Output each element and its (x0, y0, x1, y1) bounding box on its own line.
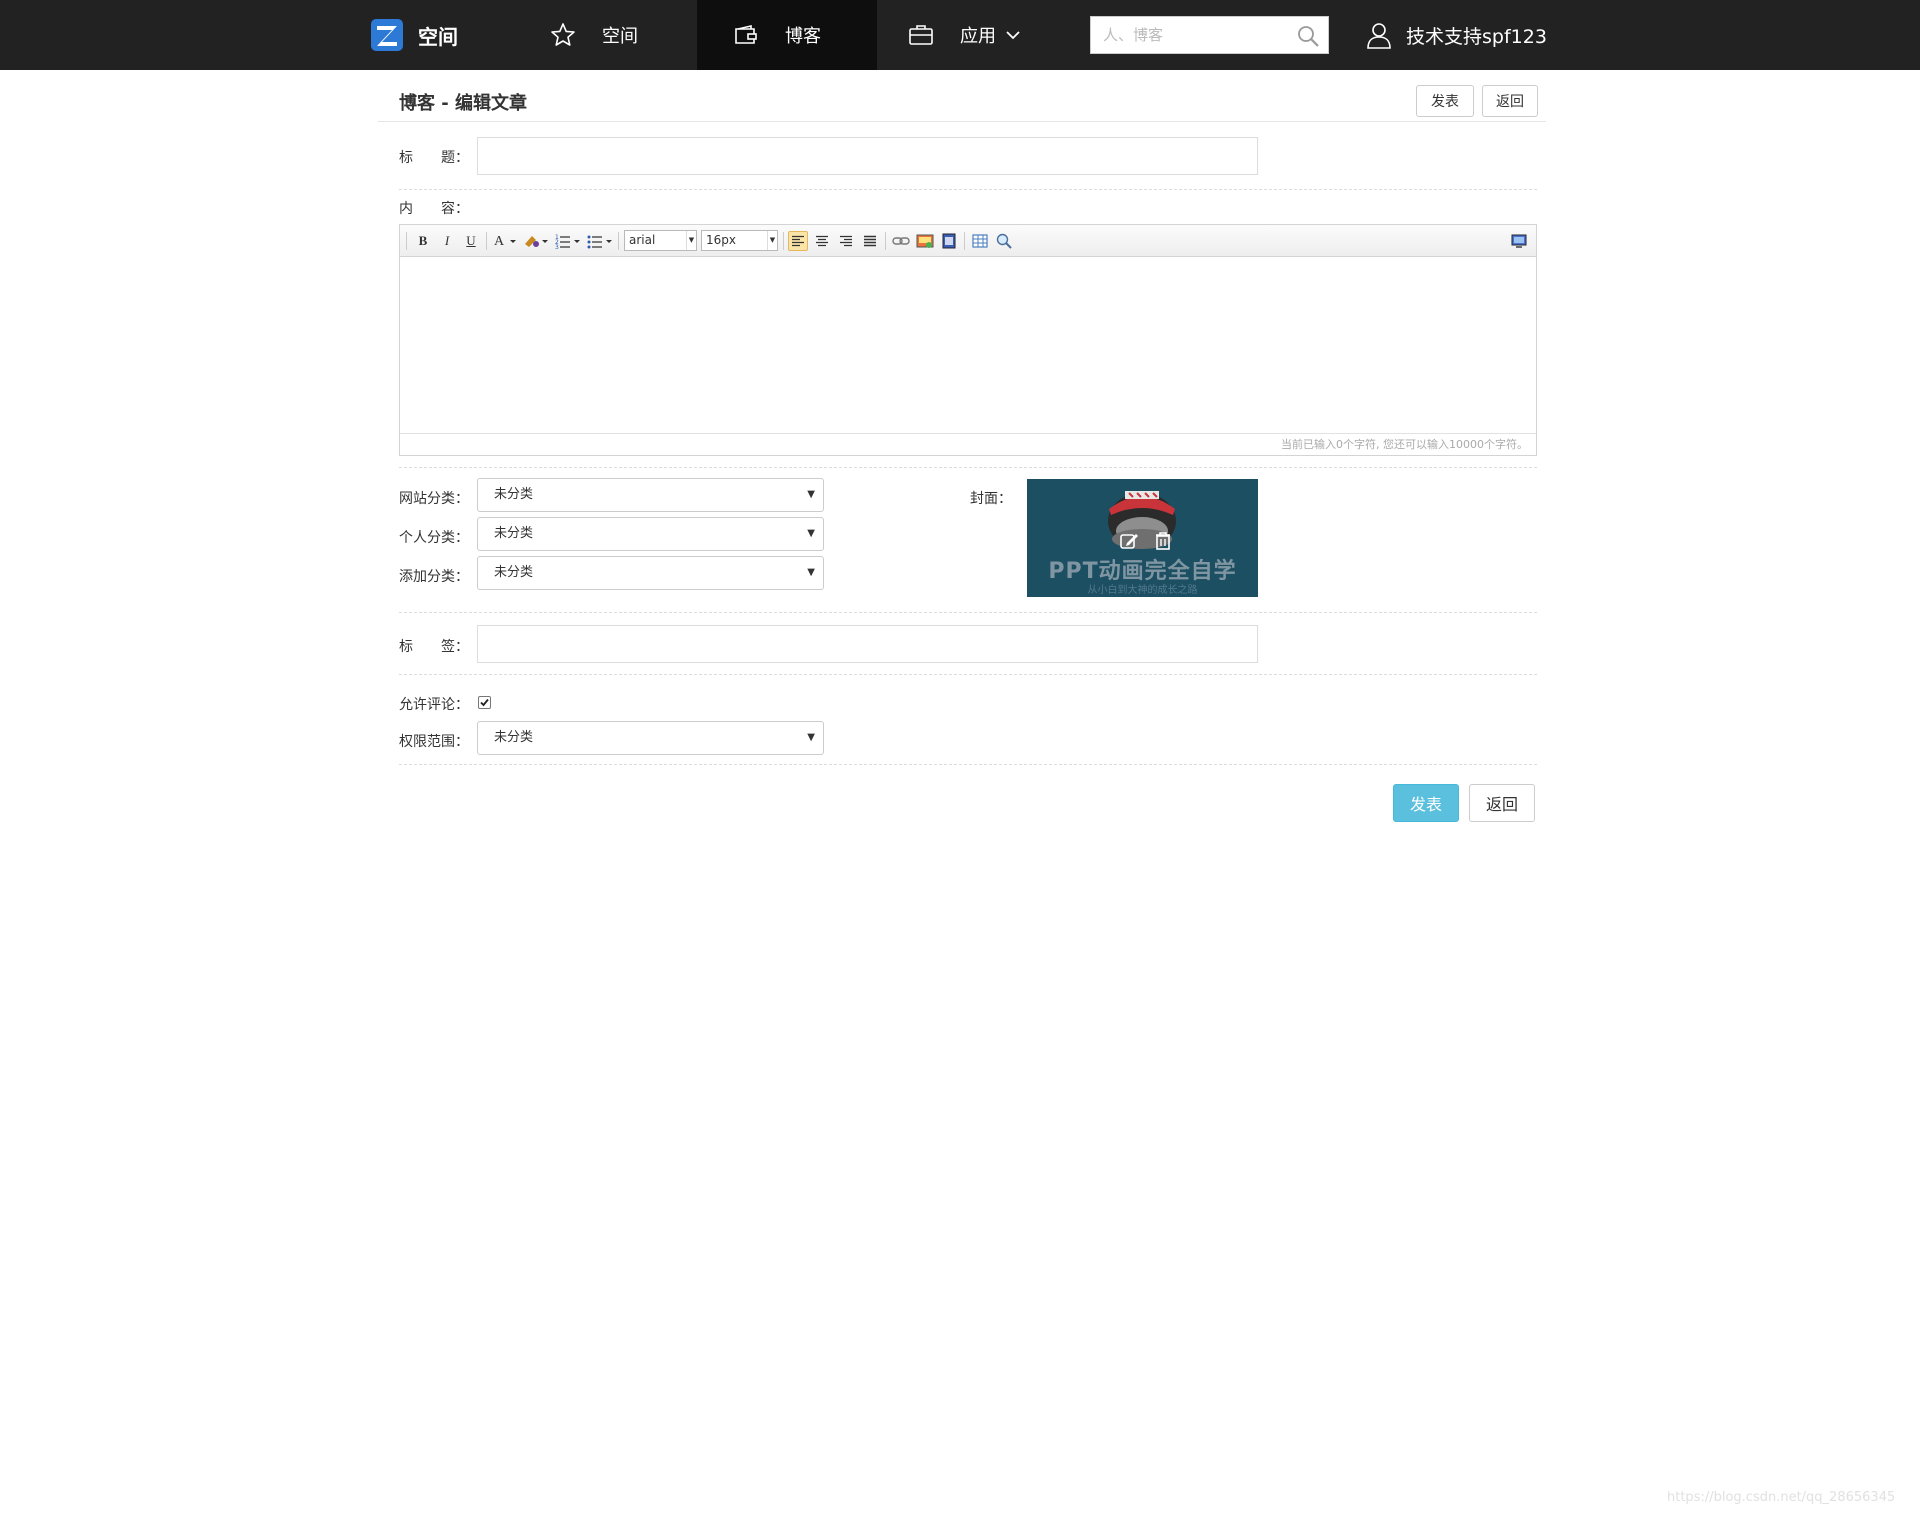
nav-item-blog[interactable]: 博客 (697, 0, 877, 70)
cover-label: 封面： (970, 491, 1012, 507)
chevron-down-icon (1006, 31, 1020, 40)
nav-item-label: 空间 (602, 26, 638, 47)
edit-icon[interactable] (1118, 530, 1140, 552)
watermark: https://blog.csdn.net/qq_28656345 (1667, 1490, 1896, 1505)
highlight-color-icon[interactable] (522, 231, 550, 251)
divider (399, 467, 1537, 468)
add-category-value: 未分类 (494, 565, 534, 580)
dropdown-arrow-icon: ▼ (686, 231, 696, 250)
add-category-select[interactable]: 未分类 ▼ (477, 556, 824, 590)
toolbar-separator (783, 232, 784, 250)
permission-value: 未分类 (494, 730, 534, 745)
nav-item-apps[interactable]: 应用 (908, 0, 1020, 70)
site-category-select[interactable]: 未分类 ▼ (477, 478, 824, 512)
header-divider (378, 121, 1546, 122)
nav-item-label: 应用 (960, 26, 996, 47)
dropdown-arrow-icon: ▼ (767, 231, 777, 250)
divider (399, 764, 1537, 765)
briefcase-icon (909, 25, 933, 45)
caret-down-icon: ▼ (807, 567, 815, 578)
unordered-list-icon[interactable] (586, 231, 614, 251)
toolbar-separator (618, 232, 619, 250)
search-icon[interactable] (1296, 24, 1320, 48)
editor-char-count: 当前已输入0个字符, 您还可以输入10000个字符。 (400, 433, 1536, 455)
checkmark-icon (480, 698, 489, 707)
image-icon[interactable] (914, 231, 936, 251)
content-label: 内 容： (399, 201, 469, 217)
align-left-icon[interactable] (788, 231, 808, 251)
add-category-label: 添加分类： (399, 569, 469, 585)
header-publish-button[interactable]: 发表 (1416, 85, 1474, 117)
toolbar-separator (964, 232, 965, 250)
caret-down-icon: ▼ (807, 528, 815, 539)
user-icon (1367, 23, 1391, 49)
title-field (477, 137, 1258, 175)
search-input[interactable] (1091, 17, 1281, 53)
site-category-value: 未分类 (494, 487, 534, 502)
brand[interactable]: 空间 (370, 16, 458, 54)
personal-category-select[interactable]: 未分类 ▼ (477, 517, 824, 551)
brand-logo-icon (371, 19, 403, 51)
editor-toolbar: B I U A 123 arial ▼ 16px ▼ (400, 225, 1536, 257)
tags-field (477, 625, 1258, 663)
caret-down-icon: ▼ (807, 732, 815, 743)
align-right-icon[interactable] (836, 231, 856, 251)
link-icon[interactable] (890, 231, 912, 251)
tags-input[interactable] (478, 626, 1257, 662)
permission-label: 权限范围： (399, 734, 469, 750)
preview-icon[interactable] (993, 231, 1015, 251)
video-icon[interactable] (938, 231, 960, 251)
align-justify-icon[interactable] (860, 231, 880, 251)
title-label: 标 题： (399, 150, 469, 166)
divider (399, 189, 1537, 190)
table-icon[interactable] (969, 231, 991, 251)
personal-category-value: 未分类 (494, 526, 534, 541)
nav-item-label: 博客 (785, 26, 821, 47)
font-family-value: arial (629, 233, 656, 247)
tags-label: 标 签： (399, 639, 469, 655)
allow-comment-checkbox[interactable] (478, 696, 491, 709)
search-box (1090, 16, 1329, 54)
permission-select[interactable]: 未分类 ▼ (477, 721, 824, 755)
personal-category-label: 个人分类： (399, 530, 469, 546)
trash-icon[interactable] (1152, 530, 1174, 552)
font-family-select[interactable]: arial ▼ (624, 230, 697, 251)
user-menu[interactable]: 技术支持spf123 (1366, 0, 1547, 70)
fullscreen-icon[interactable] (1508, 231, 1530, 251)
divider (399, 674, 1537, 675)
toolbar-separator (885, 232, 886, 250)
title-input[interactable] (478, 138, 1257, 174)
toolbar-separator (486, 232, 487, 250)
italic-icon[interactable]: I (438, 231, 456, 251)
caret-down-icon: ▼ (807, 489, 815, 500)
nav-item-space[interactable]: 空间 (550, 0, 638, 70)
cover-subtitle-text: 从小白到大神的成长之路 (1087, 585, 1198, 596)
page-title: 博客 - 编辑文章 (399, 93, 528, 114)
star-icon (551, 23, 575, 46)
divider (399, 612, 1537, 613)
rich-text-editor: B I U A 123 arial ▼ 16px ▼ 当前已输入0个字符, 您还… (399, 224, 1537, 456)
toolbar-separator (406, 232, 407, 250)
back-button[interactable]: 返回 (1469, 784, 1535, 822)
wallet-icon (735, 24, 757, 44)
ordered-list-icon[interactable]: 123 (554, 231, 582, 251)
font-size-select[interactable]: 16px ▼ (701, 230, 778, 251)
font-color-icon[interactable]: A (492, 231, 518, 251)
user-name: 技术支持spf123 (1406, 25, 1547, 48)
bold-icon[interactable]: B (414, 231, 432, 251)
svg-text:A: A (494, 234, 505, 249)
allow-comment-label: 允许评论： (399, 697, 469, 713)
publish-button[interactable]: 发表 (1393, 784, 1459, 822)
top-navigation-bar: 空间 空间 博客 应用 人、博客 技术支持spf123 (0, 0, 1920, 70)
align-center-icon[interactable] (812, 231, 832, 251)
svg-text:3: 3 (555, 244, 559, 250)
site-category-label: 网站分类： (399, 491, 469, 507)
font-size-value: 16px (706, 233, 736, 247)
cover-image: PPT动画完全自学 从小白到大神的成长之路 (1027, 479, 1258, 597)
header-back-button[interactable]: 返回 (1482, 85, 1538, 117)
brand-label: 空间 (418, 24, 458, 49)
editor-content-area[interactable] (400, 257, 1536, 435)
underline-icon[interactable]: U (462, 231, 480, 251)
